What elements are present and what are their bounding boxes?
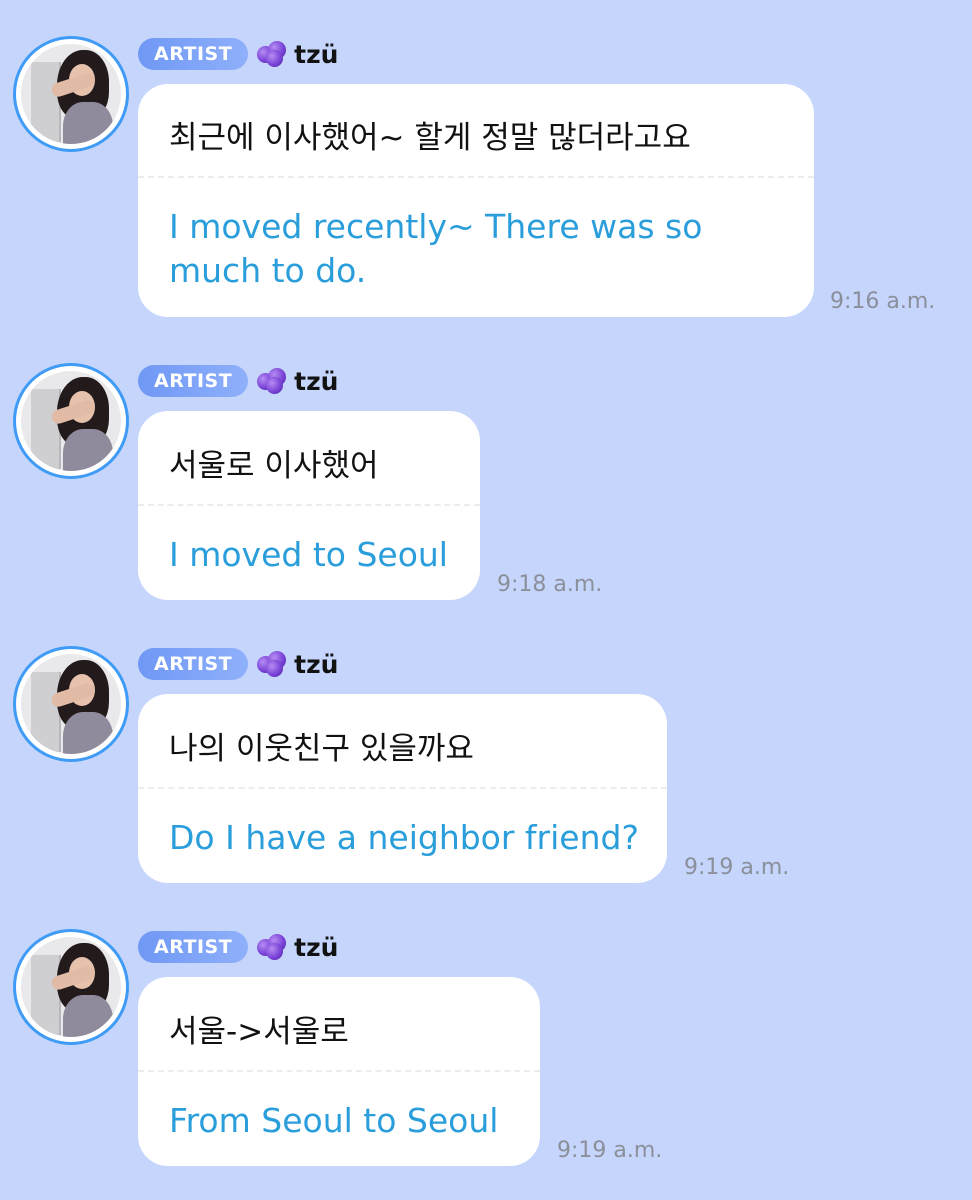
grape-icon	[257, 651, 293, 677]
sender-name-wrap[interactable]: tzü	[257, 650, 338, 679]
avatar-photo	[21, 371, 121, 471]
message-bubble[interactable]: 서울->서울로 From Seoul to Seoul	[138, 977, 540, 1166]
sender-name: tzü	[294, 932, 339, 962]
artist-badge: ARTIST	[138, 365, 249, 397]
avatar-photo	[21, 654, 121, 754]
translation-text: I moved to Seoul	[169, 535, 448, 574]
sender-name-wrap[interactable]: tzü	[257, 933, 338, 962]
message-header: ARTIST tzü	[138, 647, 338, 681]
translation-divider	[138, 787, 667, 789]
timestamp: 9:19 a.m.	[557, 1138, 663, 1163]
original-text: 서울로 이사했어	[169, 448, 379, 484]
grape-icon	[257, 934, 293, 960]
translation-text: From Seoul to Seoul	[169, 1101, 499, 1140]
original-text: 서울->서울로	[169, 1014, 349, 1050]
message-header: ARTIST tzü	[138, 930, 338, 964]
original-text: 최근에 이사했어~ 할게 정말 많더라고요	[169, 120, 691, 156]
avatar[interactable]	[13, 929, 129, 1045]
message-bubble[interactable]: 최근에 이사했어~ 할게 정말 많더라고요 I moved recently~ …	[138, 84, 814, 317]
avatar[interactable]	[13, 363, 129, 479]
artist-badge: ARTIST	[138, 648, 249, 680]
timestamp: 9:18 a.m.	[497, 572, 603, 597]
message-header: ARTIST tzü	[138, 37, 338, 71]
original-text: 나의 이웃친구 있을까요	[169, 731, 474, 767]
artist-badge: ARTIST	[138, 38, 249, 70]
message-bubble[interactable]: 나의 이웃친구 있을까요 Do I have a neighbor friend…	[138, 694, 667, 883]
avatar[interactable]	[13, 646, 129, 762]
translation-divider	[138, 176, 814, 178]
timestamp: 9:19 a.m.	[684, 855, 790, 880]
artist-badge: ARTIST	[138, 931, 249, 963]
translation-divider	[138, 1070, 540, 1072]
sender-name: tzü	[294, 39, 339, 69]
grape-icon	[257, 41, 293, 67]
message-bubble[interactable]: 서울로 이사했어 I moved to Seoul	[138, 411, 480, 600]
grape-icon	[257, 368, 293, 394]
avatar-photo	[21, 44, 121, 144]
sender-name: tzü	[294, 649, 339, 679]
sender-name-wrap[interactable]: tzü	[257, 40, 338, 69]
avatar[interactable]	[13, 36, 129, 152]
translation-text: Do I have a neighbor friend?	[169, 818, 639, 857]
sender-name-wrap[interactable]: tzü	[257, 367, 338, 396]
message-header: ARTIST tzü	[138, 364, 338, 398]
timestamp: 9:16 a.m.	[830, 289, 936, 314]
sender-name: tzü	[294, 366, 339, 396]
translation-divider	[138, 504, 480, 506]
avatar-photo	[21, 937, 121, 1037]
translation-text: I moved recently~ There was so much to d…	[169, 207, 703, 290]
